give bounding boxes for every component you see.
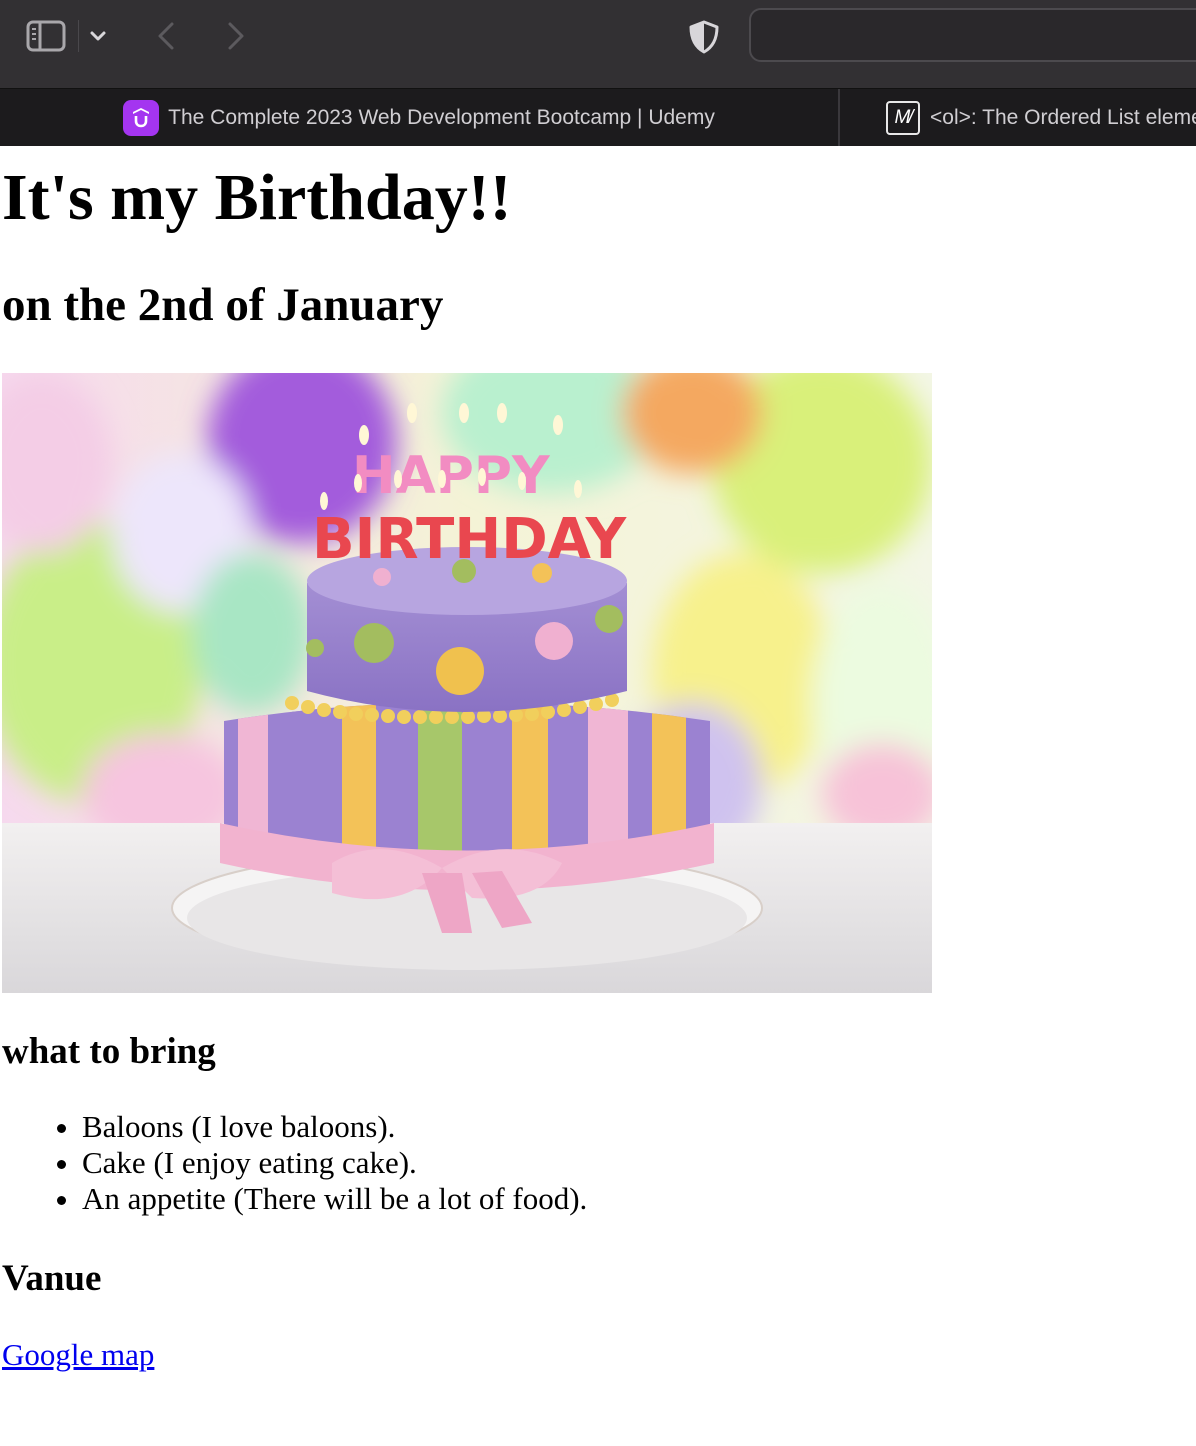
browser-toolbar [0,0,1196,88]
bring-heading: what to bring [2,1031,216,1072]
page-title: It's my Birthday!! [2,161,512,234]
udemy-icon [123,99,160,136]
candle-letters-birthday: BIRTHDAY [312,507,628,572]
privacy-shield-icon[interactable] [686,18,722,56]
tab-bar: The Complete 2023 Web Development Bootca… [0,88,1196,146]
page-subtitle: on the 2nd of January [2,279,444,331]
forward-arrow-icon[interactable] [218,16,252,56]
mdn-icon: M/ [886,100,920,135]
tab-title: The Complete 2023 Web Development Bootca… [168,105,715,129]
toolbar-divider [78,20,79,52]
address-bar[interactable] [749,8,1196,62]
back-arrow-icon[interactable] [150,16,184,56]
google-map-link[interactable]: Google map [2,1337,154,1373]
birthday-cake-image: HAPPY BIRTHDAY [2,373,932,993]
list-item: An appetite (There will be a lot of food… [82,1181,587,1217]
bring-list: Baloons (I love baloons). Cake (I enjoy … [0,1109,587,1217]
list-item: Cake (I enjoy eating cake). [82,1145,587,1181]
tab-udemy[interactable]: The Complete 2023 Web Development Bootca… [0,89,838,146]
venue-heading: Vanue [2,1258,102,1299]
sidebar-toggle-icon[interactable] [24,16,68,56]
tab-title: <ol>: The Ordered List element - HTML: H… [930,105,1196,129]
chevron-down-icon[interactable] [84,20,112,52]
tab-mdn[interactable]: M/ <ol>: The Ordered List element - HTML… [840,89,1196,146]
list-item: Baloons (I love baloons). [82,1109,587,1145]
